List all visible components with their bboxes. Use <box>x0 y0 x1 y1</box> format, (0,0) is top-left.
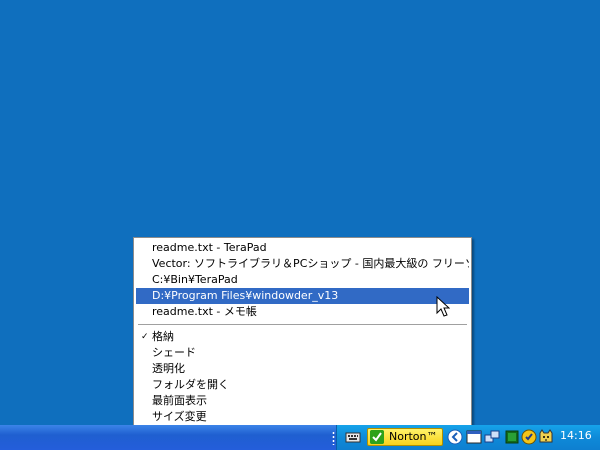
menu-item-label: C:¥Bin¥TeraPad <box>152 273 238 286</box>
menu-item-label: Vector: ソフトライブラリ＆PCショップ - 国内最大級の フリーソフ <box>152 257 469 270</box>
menu-separator <box>138 324 467 325</box>
menu-item-recent-4[interactable]: readme.txt - メモ帳 <box>136 304 469 320</box>
menu-item-always-on-top[interactable]: 最前面表示 <box>136 393 469 409</box>
norton-check-icon <box>370 430 384 444</box>
menu-item-label: 透明化 <box>152 362 185 375</box>
menu-item-label: フォルダを開く <box>152 378 229 391</box>
menu-item-recent-1[interactable]: Vector: ソフトライブラリ＆PCショップ - 国内最大級の フリーソフ <box>136 256 469 272</box>
cat-icon[interactable] <box>538 429 554 445</box>
menu-item-open-folder[interactable]: フォルダを開く <box>136 377 469 393</box>
clock[interactable]: 14:16 <box>560 429 592 443</box>
window-icon[interactable] <box>466 429 482 445</box>
menu-item-label: readme.txt - TeraPad <box>152 241 267 254</box>
green-square-icon[interactable] <box>504 429 520 445</box>
network-icon[interactable] <box>484 429 500 445</box>
menu-item-label: 最前面表示 <box>152 394 207 407</box>
menu-item-label: シェード <box>152 346 196 359</box>
tray-context-menu: readme.txt - TeraPad Vector: ソフトライブラリ＆PC… <box>133 237 472 428</box>
menu-item-shade[interactable]: シェード <box>136 345 469 361</box>
check-icon: ✓ <box>141 332 149 342</box>
menu-item-label: D:¥Program Files¥windowder_v13 <box>152 289 339 302</box>
menu-item-store[interactable]: ✓ 格納 <box>136 329 469 345</box>
menu-item-label: 格納 <box>152 330 174 343</box>
norton-button[interactable]: Norton™ <box>367 428 443 446</box>
menu-item-recent-0[interactable]: readme.txt - TeraPad <box>136 240 469 256</box>
menu-item-transparent[interactable]: 透明化 <box>136 361 469 377</box>
mouse-cursor-icon <box>436 296 450 317</box>
shield-icon[interactable] <box>521 429 537 445</box>
menu-item-recent-3[interactable]: D:¥Program Files¥windowder_v13 <box>136 288 469 304</box>
norton-label: Norton™ <box>389 430 438 443</box>
menu-item-resize[interactable]: サイズ変更 <box>136 409 469 425</box>
menu-item-label: readme.txt - メモ帳 <box>152 305 257 318</box>
chevron-left-icon[interactable] <box>447 429 463 445</box>
keyboard-icon[interactable] <box>345 429 361 445</box>
menu-item-recent-2[interactable]: C:¥Bin¥TeraPad <box>136 272 469 288</box>
menu-item-label: サイズ変更 <box>152 410 207 423</box>
tray-grip-icon[interactable] <box>332 431 335 445</box>
